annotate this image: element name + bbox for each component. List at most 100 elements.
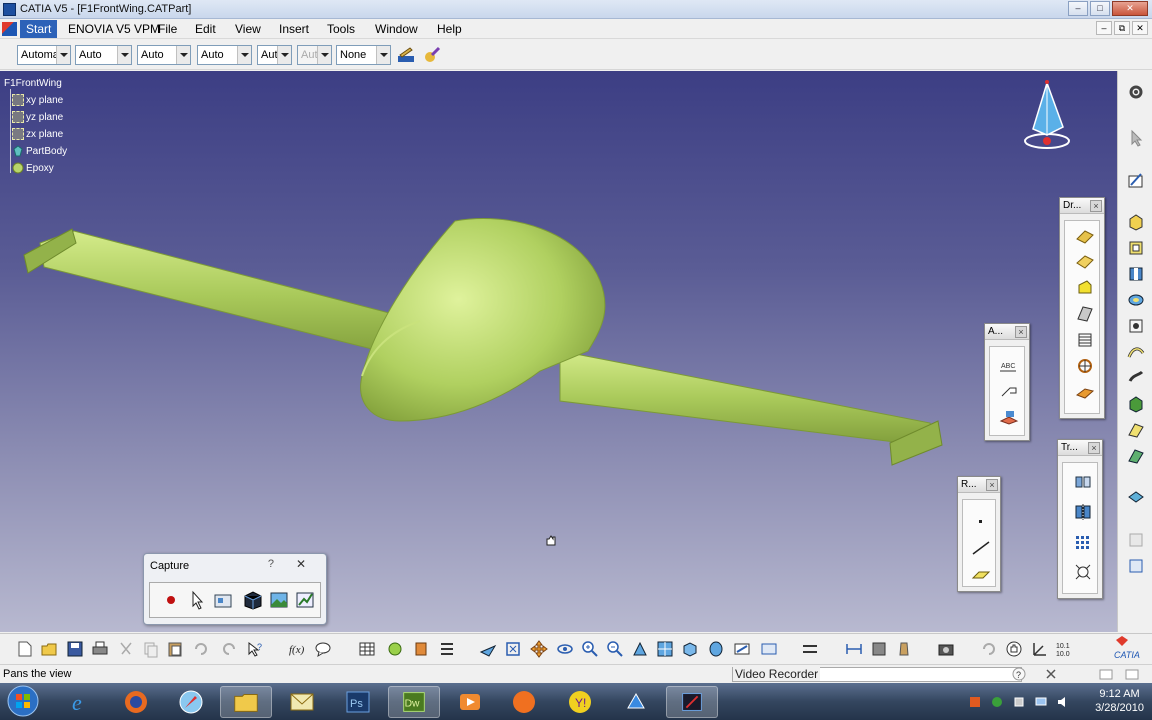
photoshop-icon[interactable]: Ps: [332, 686, 384, 718]
menu-enovia[interactable]: ENOVIA V5 VPM: [68, 22, 160, 36]
yahoo-messenger-icon[interactable]: Y!: [554, 686, 606, 718]
removed-multi-section-icon[interactable]: [1127, 447, 1145, 465]
zoom-in-icon[interactable]: [581, 640, 599, 658]
hide-show-icon[interactable]: [733, 640, 751, 658]
catia-app-icon[interactable]: [3, 3, 16, 16]
new-file-icon[interactable]: [16, 640, 34, 658]
doc-close-button[interactable]: ✕: [1132, 21, 1148, 35]
shaft-icon[interactable]: [1127, 265, 1145, 283]
line-icon[interactable]: [971, 540, 991, 556]
translation-icon[interactable]: [1073, 473, 1093, 491]
doc-minimize-button[interactable]: –: [1096, 21, 1112, 35]
plane-icon[interactable]: [971, 566, 991, 582]
menu-view[interactable]: View: [235, 22, 261, 36]
print-icon[interactable]: [91, 640, 109, 658]
record-icon[interactable]: [160, 589, 182, 611]
draft-angle-icon[interactable]: [1075, 227, 1095, 245]
pocket-icon[interactable]: [1127, 239, 1145, 257]
layer-combo[interactable]: None: [336, 45, 391, 65]
menu-start[interactable]: Start: [20, 20, 58, 38]
draft-reflect-icon[interactable]: [1075, 253, 1095, 271]
safari-icon[interactable]: [165, 686, 217, 718]
3d-viewport[interactable]: F1FrontWing xy plane yz plane zx plane P…: [0, 71, 1117, 632]
maximize-button[interactable]: □: [1090, 1, 1110, 16]
close-icon[interactable]: ×: [1088, 442, 1100, 454]
catia-taskbar-icon[interactable]: [666, 686, 718, 718]
rule-icon[interactable]: [438, 640, 456, 658]
pad-icon[interactable]: [1127, 213, 1145, 231]
units-icon[interactable]: 10.110.0: [1055, 640, 1073, 658]
help-icon[interactable]: ?: [1012, 667, 1026, 681]
transparency-combo[interactable]: Auto: [75, 45, 132, 65]
rotate-icon[interactable]: [556, 640, 574, 658]
orange-app-icon[interactable]: [498, 686, 550, 718]
close-icon[interactable]: ×: [1015, 326, 1027, 338]
split-icon[interactable]: [1127, 487, 1145, 505]
thread-icon[interactable]: [1075, 331, 1095, 349]
close-icon[interactable]: ×: [1090, 200, 1102, 212]
mirror-icon[interactable]: [1073, 503, 1093, 521]
isometric-view-icon[interactable]: [681, 640, 699, 658]
groove-icon[interactable]: [1127, 291, 1145, 309]
properties-painter-icon[interactable]: [422, 45, 442, 65]
outlook-icon[interactable]: [276, 686, 328, 718]
shading-icon[interactable]: [707, 640, 725, 658]
stiffener-icon[interactable]: [1127, 395, 1145, 413]
settings-chart-icon[interactable]: [294, 589, 316, 611]
menu-tools[interactable]: Tools: [327, 22, 355, 36]
boolean-icon[interactable]: [1127, 531, 1145, 549]
fit-all-icon[interactable]: [504, 640, 522, 658]
sketcher-icon[interactable]: [1127, 171, 1145, 189]
save-icon[interactable]: [66, 640, 84, 658]
fly-mode-icon[interactable]: [479, 640, 497, 658]
minimize-button[interactable]: –: [1068, 1, 1088, 16]
color-combo[interactable]: Automa: [17, 45, 71, 65]
capture-options-icon[interactable]: [212, 589, 234, 611]
media-player-icon[interactable]: [444, 686, 496, 718]
thickness-icon[interactable]: [1075, 305, 1095, 323]
measure-inertia-icon[interactable]: [895, 640, 913, 658]
menu-file[interactable]: File: [158, 22, 177, 36]
explorer-icon[interactable]: [220, 686, 272, 718]
comment-icon[interactable]: [314, 640, 332, 658]
line-type-combo[interactable]: Auto: [197, 45, 252, 65]
doc-restore-button[interactable]: ⧉: [1114, 21, 1130, 35]
hole-icon[interactable]: [1127, 317, 1145, 335]
multi-section-solid-icon[interactable]: [1127, 421, 1145, 439]
normal-view-icon[interactable]: [631, 640, 649, 658]
replace-face-icon[interactable]: [1075, 383, 1095, 401]
hand-pan-icon[interactable]: [1005, 640, 1023, 658]
help-icon[interactable]: ?: [268, 558, 274, 570]
firefox-icon[interactable]: [110, 686, 162, 718]
window-icon[interactable]: [1124, 667, 1140, 681]
close-window-button[interactable]: ✕: [1112, 1, 1148, 16]
tray-device-icon[interactable]: [1012, 695, 1026, 709]
image-album-icon[interactable]: [268, 589, 290, 611]
app-icon[interactable]: [610, 686, 662, 718]
menu-help[interactable]: Help: [437, 22, 462, 36]
tray-volume-icon[interactable]: [1056, 695, 1070, 709]
menu-edit[interactable]: Edit: [195, 22, 216, 36]
pan-icon[interactable]: [530, 640, 548, 658]
select-arrow-icon[interactable]: [1127, 129, 1145, 147]
tray-office-icon[interactable]: [968, 695, 982, 709]
system-clock[interactable]: 9:12 AM 3/28/2010: [1095, 687, 1144, 715]
menu-insert[interactable]: Insert: [279, 22, 309, 36]
measure-icon[interactable]: [801, 640, 819, 658]
refresh-icon[interactable]: [980, 640, 998, 658]
paste-icon[interactable]: [166, 640, 184, 658]
tray-monitor-icon[interactable]: [1034, 695, 1048, 709]
flag-note-icon[interactable]: [998, 383, 1020, 399]
point-icon[interactable]: [971, 514, 991, 530]
formula-icon[interactable]: f(x): [288, 640, 306, 658]
close-icon[interactable]: ✕: [296, 557, 306, 571]
point-symbol-combo[interactable]: Aut: [257, 45, 292, 65]
line-thickness-combo[interactable]: Auto: [137, 45, 191, 65]
shell-icon[interactable]: [1075, 279, 1095, 297]
slot-icon[interactable]: [1127, 369, 1145, 387]
f1-front-wing-model[interactable]: [0, 71, 1117, 632]
knowledge-icon[interactable]: [386, 640, 404, 658]
pattern-icon[interactable]: [1073, 533, 1093, 551]
assemble-icon[interactable]: [1127, 557, 1145, 575]
capture-3d-icon[interactable]: [242, 589, 264, 611]
